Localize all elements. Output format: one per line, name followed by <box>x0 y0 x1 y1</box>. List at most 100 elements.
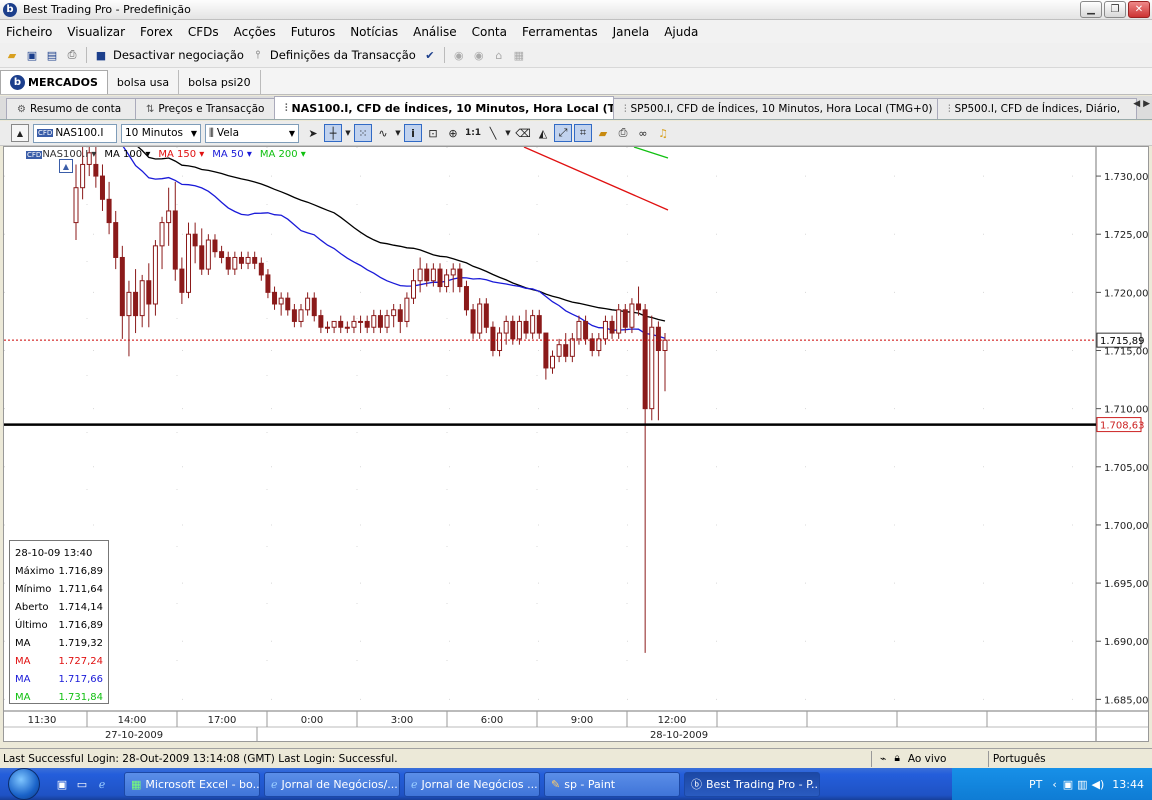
menu-janela[interactable]: Janela <box>613 25 650 39</box>
indicators-icon[interactable]: ∿ <box>374 124 392 142</box>
info-icon[interactable]: i <box>404 124 422 142</box>
minimize-button[interactable]: ▁ <box>1080 1 1102 18</box>
link-icon[interactable]: ∞ <box>634 124 652 142</box>
refresh-icon[interactable]: ▦ <box>511 47 527 63</box>
print-icon[interactable]: ⎙ <box>64 47 80 63</box>
menu-conta[interactable]: Conta <box>472 25 507 39</box>
tab-precos-transaccao[interactable]: ⇅ Preços e Transacção <box>135 98 275 119</box>
x-tick-label: 14:00 <box>118 715 147 726</box>
row-label: MA <box>15 656 31 668</box>
magnet-icon[interactable]: ⌗ <box>574 124 592 142</box>
tab-bolsa-psi20[interactable]: bolsa psi20 <box>179 70 261 94</box>
data-window-row: Mínimo 1.711,64 <box>15 580 103 598</box>
menu-ficheiro[interactable]: Ficheiro <box>6 25 52 39</box>
legend-ma200[interactable]: MA 200 ▾ <box>260 149 306 160</box>
data-window-icon[interactable]: ⊡ <box>424 124 442 142</box>
trendline-icon[interactable]: ╲ <box>484 124 502 142</box>
tab-mercados[interactable]: b MERCADOS <box>0 70 108 94</box>
tab-resumo-conta[interactable]: ⚙ Resumo de conta <box>6 98 136 119</box>
tray-expand-icon[interactable]: ‹ <box>1052 778 1056 791</box>
back-icon[interactable]: ◉ <box>451 47 467 63</box>
taskbar-item-jornal2[interactable]: ℯ Jornal de Negócios ... <box>404 771 540 797</box>
tray-app-icon[interactable]: ▣ <box>1063 778 1073 791</box>
grid-toggle-icon[interactable]: ⁙ <box>354 124 372 142</box>
taskbar-item-jornal1[interactable]: ℯ Jornal de Negócios/... <box>264 771 400 797</box>
clock[interactable]: 13:44 <box>1112 778 1144 791</box>
support-price-label: 1.708,63 <box>1100 421 1145 432</box>
menu-analise[interactable]: Análise <box>413 25 456 39</box>
deactivate-trading-button[interactable]: Desactivar negociação <box>113 48 244 62</box>
tab-scroll-arrows[interactable]: ◀ ▶ <box>1133 99 1150 109</box>
restore-button[interactable]: ❐ <box>1104 1 1126 18</box>
quicklaunch-ie-icon[interactable]: ℯ <box>94 776 110 792</box>
timeframe-select[interactable]: 10 Minutos ▼ <box>121 123 201 143</box>
quicklaunch-desktop-icon[interactable]: ▭ <box>74 776 90 792</box>
crosshair-tool-icon[interactable]: ┼ <box>324 124 342 142</box>
close-button[interactable]: ✕ <box>1128 1 1150 18</box>
tab-bolsa-usa[interactable]: bolsa usa <box>108 70 180 94</box>
menu-cfds[interactable]: CFDs <box>188 25 219 39</box>
dropdown-arrow-icon[interactable]: ▼ <box>504 124 512 142</box>
y-tick-label: 1.725,00 <box>1104 230 1149 241</box>
transaction-settings-icon[interactable]: ⫯ <box>250 47 266 63</box>
candle-body <box>272 291 278 305</box>
y-tick-label: 1.695,00 <box>1104 579 1149 590</box>
collapse-up-icon[interactable]: ▲ <box>11 124 29 142</box>
connection-icon: ⌁ <box>880 752 887 765</box>
tab-nas100-chart[interactable]: ⫶ NAS100.I, CFD de Índices, 10 Minutos, H… <box>274 96 614 119</box>
task-label: Jornal de Negócios ... <box>421 777 538 791</box>
date-label: 27-10-2009 <box>105 730 163 741</box>
symbol-value: NAS100.I <box>55 127 104 139</box>
bell-icon[interactable]: ♫ <box>654 124 672 142</box>
checkmark-icon[interactable]: ✔ <box>422 47 438 63</box>
legend-ma100[interactable]: MA 100 ▾ <box>104 149 150 160</box>
folder-icon[interactable]: ▰ <box>594 124 612 142</box>
menu-bar: Ficheiro Visualizar Forex CFDs Acções Fu… <box>0 20 1152 43</box>
menu-accoes[interactable]: Acções <box>234 25 276 39</box>
legend-ma150[interactable]: MA 150 ▾ <box>158 149 204 160</box>
zoom-icon[interactable]: ⊕ <box>444 124 462 142</box>
y-tick-label: 1.705,00 <box>1104 463 1149 474</box>
menu-forex[interactable]: Forex <box>140 25 173 39</box>
open-folder-icon[interactable]: ▰ <box>4 47 20 63</box>
volume-icon[interactable]: ◀) <box>1092 778 1105 791</box>
legend-ma50[interactable]: MA 50 ▾ <box>212 149 252 160</box>
trade-arrow-icon[interactable]: ▲ <box>59 159 73 173</box>
eraser-icon[interactable]: ⌫ <box>514 124 532 142</box>
autoscale-icon[interactable]: ⤢ <box>554 124 572 142</box>
one-to-one-icon[interactable]: 1:1 <box>464 124 482 142</box>
candle-body <box>391 309 397 317</box>
start-button[interactable] <box>0 768 48 800</box>
save-all-icon[interactable]: ▤ <box>44 47 60 63</box>
dropdown-arrow-icon[interactable]: ▼ <box>344 124 352 142</box>
network-icon[interactable]: ▥ <box>1077 778 1087 791</box>
deactivate-trading-icon[interactable]: ■ <box>93 47 109 63</box>
candlestick-chart[interactable]: 1.715,89 1.708,63 1.730,00 1.725,00 1.720,0… <box>4 147 1149 742</box>
quicklaunch-explorer-icon[interactable]: ▣ <box>54 776 70 792</box>
forward-icon[interactable]: ◉ <box>471 47 487 63</box>
menu-noticias[interactable]: Notícias <box>350 25 398 39</box>
menu-visualizar[interactable]: Visualizar <box>67 25 125 39</box>
chart-area[interactable]: 1.715,89 1.708,63 1.730,00 1.725,00 1.720,0… <box>3 146 1149 742</box>
dropdown-arrow-icon[interactable]: ▼ <box>394 124 402 142</box>
menu-futuros[interactable]: Futuros <box>291 25 335 39</box>
tab-sp500-10min-chart[interactable]: ⫶ SP500.I, CFD de Índices, 10 Minutos, Ho… <box>613 98 938 119</box>
taskbar-item-paint[interactable]: ✎ sp - Paint <box>544 771 680 797</box>
status-separator <box>987 750 989 767</box>
paint-icon[interactable]: ◭ <box>534 124 552 142</box>
menu-ferramentas[interactable]: Ferramentas <box>522 25 598 39</box>
menu-ajuda[interactable]: Ajuda <box>664 25 698 39</box>
transaction-settings-button[interactable]: Definições da Transacção <box>270 48 416 62</box>
symbol-input[interactable]: CFD NAS100.I <box>33 123 117 143</box>
save-icon[interactable]: ▣ <box>24 47 40 63</box>
home-icon[interactable]: ⌂ <box>491 47 507 63</box>
candle-body <box>199 245 205 270</box>
pointer-tool-icon[interactable]: ➤ <box>304 124 322 142</box>
taskbar-item-best-trading[interactable]: ⓑ Best Trading Pro - P... <box>684 771 820 797</box>
tab-sp500-daily-chart[interactable]: ⫶ SP500.I, CFD de Índices, Diário, <box>937 98 1137 119</box>
print-chart-icon[interactable]: ⎙ <box>614 124 632 142</box>
candle-body <box>186 233 192 293</box>
language-indicator[interactable]: PT <box>1029 778 1042 791</box>
chart-style-select[interactable]: ⫼ Vela ▼ <box>205 123 299 143</box>
taskbar-item-excel[interactable]: ▦ Microsoft Excel - bo... <box>124 771 260 797</box>
